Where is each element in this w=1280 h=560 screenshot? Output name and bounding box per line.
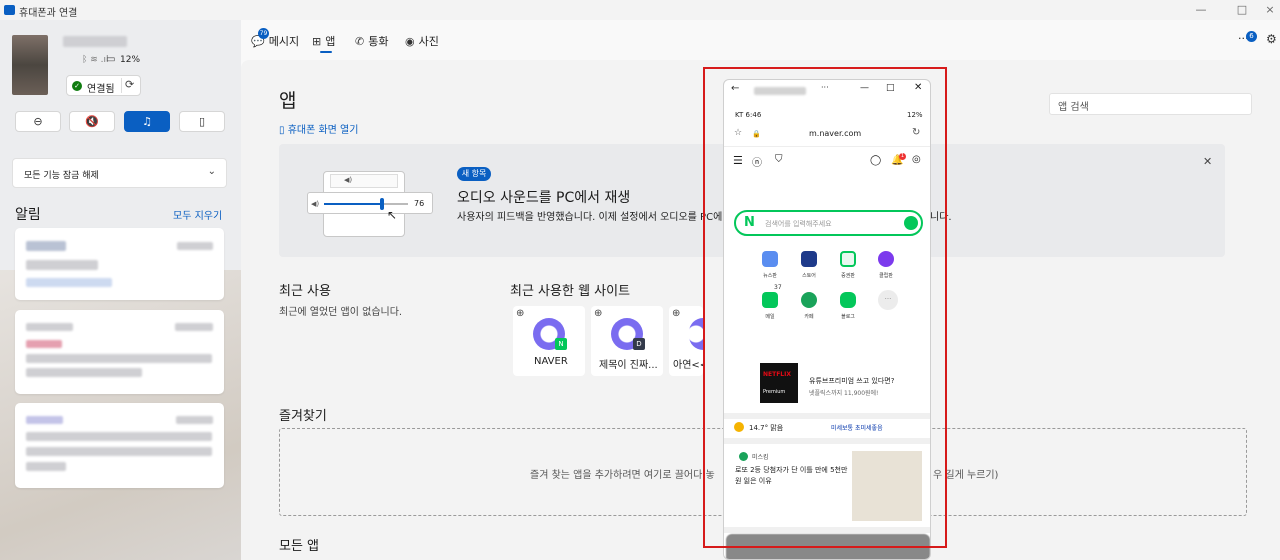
cursor-icon: ↖ — [387, 208, 398, 222]
speaker-icon: ◀) — [344, 176, 353, 184]
site-name: 아연<<<< — [673, 360, 703, 371]
all-apps-title: 모든 앱 — [279, 539, 320, 554]
tab-selected-indicator — [320, 51, 332, 53]
sync-icon[interactable]: ⟳ — [125, 78, 134, 91]
phone-screen-icon: ▯ — [279, 125, 288, 136]
app-search-input[interactable]: 앱 검색 — [1049, 93, 1252, 115]
globe-icon: ⊕ — [516, 308, 525, 319]
page-title: 앱 — [279, 90, 297, 112]
volume-thumb — [380, 198, 384, 210]
phone-thumbnail — [12, 35, 48, 95]
globe-icon: ⊕ — [594, 308, 603, 319]
connection-status[interactable]: ✓ 연결됨 ⟳ — [66, 75, 141, 96]
site-badge: D — [633, 338, 645, 350]
window-title: 휴대폰과 연결 — [19, 8, 78, 19]
sidebar: ᛒ ≋ .ıl ▭ 12% ✓ 연결됨 ⟳ ⊖ 🔇 ♫ ▯ 모든 기능 잠금 해… — [0, 20, 241, 560]
recent-title: 최근 사용 — [279, 284, 331, 299]
site-badge: N — [555, 338, 567, 350]
phone-name-redacted — [63, 36, 127, 47]
tab-label: 통화 — [368, 35, 389, 48]
tab-label: 앱 — [325, 35, 336, 48]
clear-all-link[interactable]: 모두 지우기 — [173, 207, 222, 222]
favorites-title: 즐겨찾기 — [279, 409, 327, 424]
close-button[interactable]: × — [1260, 2, 1280, 18]
messages-badge: 79 — [258, 28, 269, 39]
recent-sites-title: 최근 사용한 웹 사이트 — [510, 284, 631, 299]
check-icon: ✓ — [72, 81, 82, 91]
globe-icon: ⊕ — [672, 308, 681, 319]
banner-illustration-bar — [330, 174, 398, 188]
speaker-small-icon: ◀) — [311, 200, 320, 208]
maximize-button[interactable]: □ — [1232, 2, 1252, 18]
new-badge: 새 항목 — [457, 167, 491, 181]
dnd-button[interactable]: ⊖ — [15, 111, 61, 132]
site-name: NAVER — [534, 356, 568, 367]
banner-close-icon[interactable]: ✕ — [1203, 155, 1212, 168]
volume-fill — [324, 203, 382, 205]
title-bar — [0, 0, 1280, 20]
alerts-title: 알림 — [15, 207, 41, 223]
recent-empty-text: 최근에 열었던 앱이 없습니다. — [279, 307, 403, 318]
tab-photos[interactable]: ◉ 사진 — [405, 33, 439, 49]
favorites-hint: 즐겨 찾는 앱을 추가하려면 여기로 끌어다 놓 — [530, 470, 715, 481]
connected-label: 연결됨 — [87, 84, 115, 95]
ring-button[interactable]: ▯ — [179, 111, 225, 132]
battery-level: 12% — [120, 55, 141, 65]
search-placeholder: 앱 검색 — [1058, 102, 1089, 113]
mute-button[interactable]: 🔇 — [69, 111, 115, 132]
tab-label: 메시지 — [268, 35, 300, 48]
tab-apps[interactable]: ⊞ 앱 — [312, 33, 335, 49]
divider — [121, 78, 122, 93]
notification-card[interactable] — [15, 310, 224, 394]
volume-value: 76 — [414, 199, 425, 208]
banner-title: 오디오 사운드를 PC에서 재생 — [457, 190, 631, 206]
apps-grid-icon: ⊞ — [312, 35, 322, 48]
feature-unlock-dropdown[interactable]: 모든 기능 잠금 해제 ⌄ — [12, 158, 227, 188]
open-phone-screen-link[interactable]: ▯ 휴대폰 화면 열기 — [279, 121, 358, 136]
settings-icon[interactable]: ⚙ — [1266, 32, 1277, 46]
notification-card[interactable] — [15, 228, 224, 300]
app-icon — [4, 5, 15, 15]
minimize-button[interactable]: — — [1191, 2, 1211, 18]
notification-card[interactable] — [15, 403, 224, 488]
status-icons: ᛒ ≋ .ıl — [82, 55, 109, 65]
battery-icon: ▭ — [106, 54, 116, 65]
phone-icon: ✆ — [355, 35, 365, 48]
notification-badge: 6 — [1246, 31, 1257, 42]
site-name: 제목이 진짜... — [599, 360, 658, 371]
tab-calls[interactable]: ✆ 통화 — [355, 33, 388, 49]
music-button[interactable]: ♫ — [124, 111, 170, 132]
highlight-frame — [703, 67, 947, 548]
chevron-down-icon: ⌄ — [207, 166, 216, 177]
photo-icon: ◉ — [405, 35, 415, 48]
dropdown-label: 모든 기능 잠금 해제 — [24, 171, 99, 181]
tab-label: 사진 — [418, 35, 439, 48]
